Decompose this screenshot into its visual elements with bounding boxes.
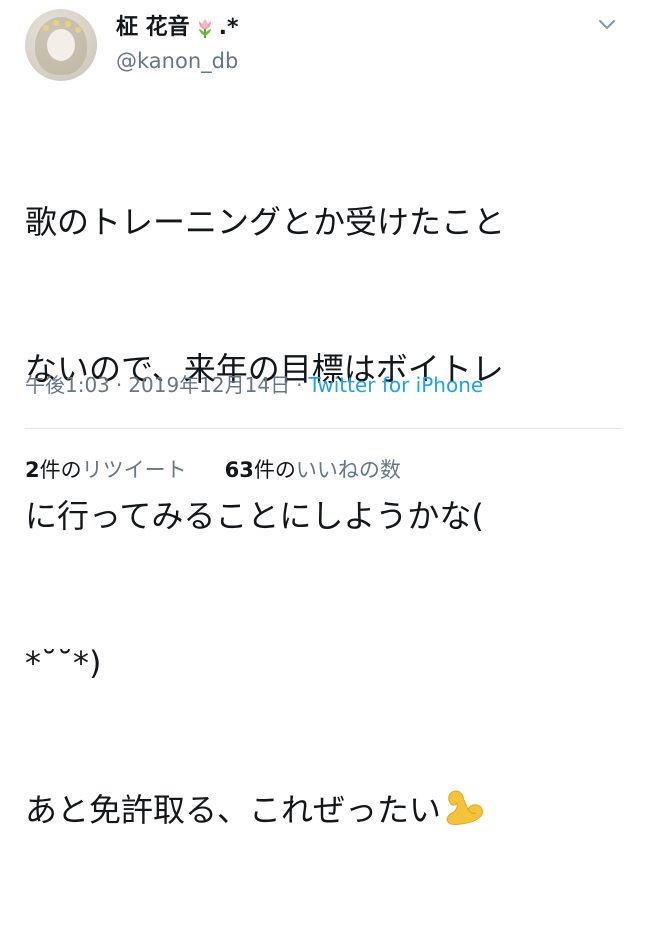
tweet-date[interactable]: 2019年12月14日	[128, 373, 290, 397]
tweet-text-line: に行ってみることにしようかな(	[25, 497, 484, 535]
flexed-biceps-icon	[446, 790, 483, 826]
likes-stat[interactable]: 63件のいいねの数	[225, 456, 401, 484]
retweet-label: リツイート	[81, 458, 187, 482]
tweet-time[interactable]: 午後1:03	[25, 373, 110, 397]
tweet-text-line: *˘˘*)	[25, 644, 102, 682]
tweet-text: 歌のトレーニングとか受けたこと ないので、来年の目標はボイトレ に行ってみること…	[25, 100, 615, 933]
divider	[25, 428, 622, 429]
like-unit: 件の	[253, 458, 296, 482]
meta-separator: ·	[115, 373, 123, 397]
tweet-stats: 2件のリツイート 63件のいいねの数	[25, 456, 401, 484]
display-name-suffix: .*	[218, 15, 239, 40]
like-count: 63	[224, 458, 254, 482]
display-name-text: 柾 花音	[116, 15, 190, 40]
tulip-icon	[198, 19, 211, 38]
avatar-flower	[53, 20, 59, 26]
tweet-text-line: 歌のトレーニングとか受けたこと	[25, 203, 506, 241]
avatar-flower	[43, 25, 49, 31]
tweet-source-link[interactable]: Twitter for iPhone	[308, 373, 483, 397]
tweet-text-line-last: あと免許取る、これぜったい	[25, 786, 615, 835]
tweet-text-line: あと免許取る、これぜったい	[25, 791, 442, 829]
meta-separator: ·	[296, 373, 303, 397]
like-label: いいねの数	[295, 458, 401, 482]
retweets-stat[interactable]: 2件のリツイート	[25, 456, 187, 484]
avatar-flower	[65, 21, 71, 27]
tweet-meta: 午後1:03 · 2019年12月14日 · Twitter for iPhone	[25, 371, 483, 399]
user-handle[interactable]: @kanon_db	[116, 48, 238, 74]
avatar[interactable]	[25, 9, 97, 81]
tweet-detail: 柾 花音 .* @kanon_db 歌のトレーニングとか受けたこと ないので、来…	[0, 0, 647, 829]
avatar-flower	[75, 27, 81, 33]
retweet-unit: 件の	[39, 458, 82, 482]
display-name[interactable]: 柾 花音 .*	[116, 14, 239, 42]
chevron-down-icon[interactable]	[596, 14, 618, 36]
avatar-face	[47, 29, 75, 61]
retweet-count: 2	[25, 458, 40, 482]
